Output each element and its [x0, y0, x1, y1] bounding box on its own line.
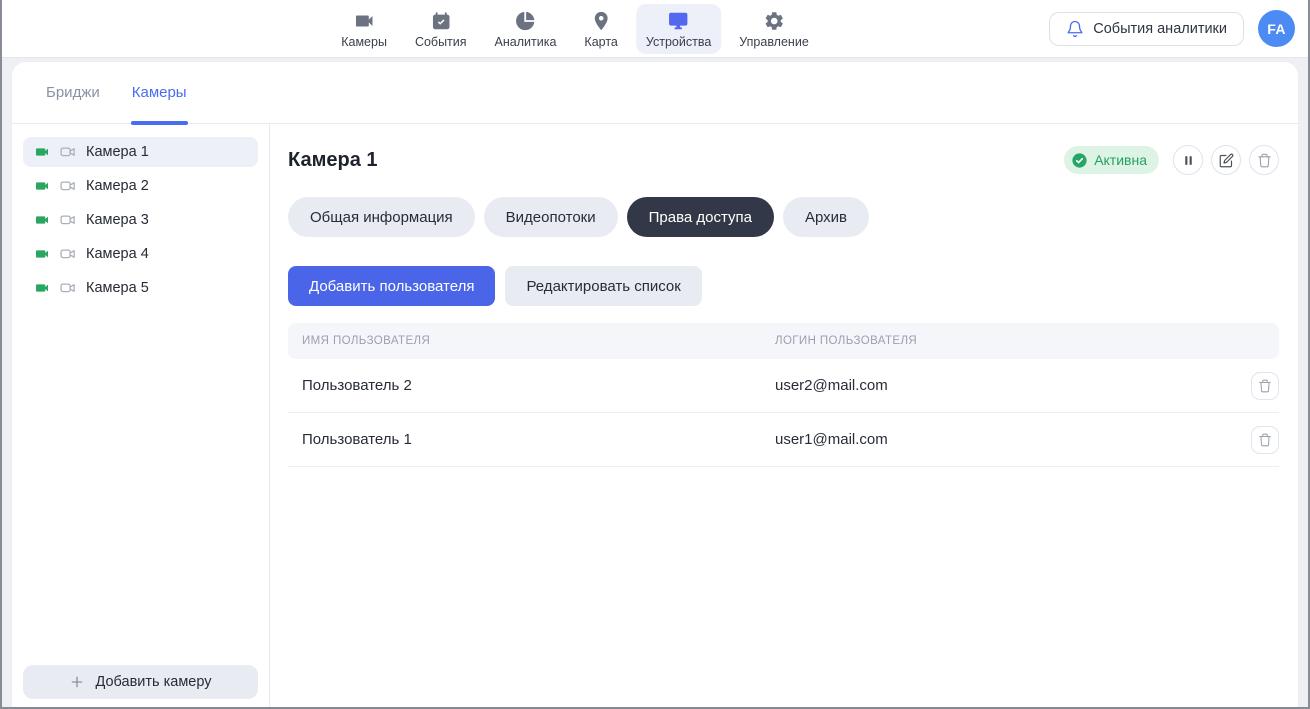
tab-general-info[interactable]: Общая информация — [288, 197, 475, 237]
tab-archive[interactable]: Архив — [783, 197, 869, 237]
camera-name: Камера 5 — [86, 280, 149, 296]
status-badge: Активна — [1064, 146, 1159, 174]
app-window: Камеры События Аналитика Карта — [0, 0, 1310, 709]
table-header: ИМЯ ПОЛЬЗОВАТЕЛЯ ЛОГИН ПОЛЬЗОВАТЕЛЯ — [288, 323, 1279, 359]
column-header-user-name: ИМЯ ПОЛЬЗОВАТЕЛЯ — [288, 335, 775, 347]
gear-icon — [763, 10, 785, 32]
camera-type-icon — [59, 177, 77, 195]
access-actions: Добавить пользователя Редактировать спис… — [288, 266, 1279, 306]
camera-sidebar: Камера 1 Камера 2 Камера 3 — [12, 124, 270, 707]
edit-list-button[interactable]: Редактировать список — [505, 266, 701, 306]
tab-video-streams[interactable]: Видеопотоки — [484, 197, 618, 237]
nav-label: Устройства — [646, 35, 711, 49]
card-body: Камера 1 Камера 2 Камера 3 — [12, 124, 1298, 707]
delete-user-button[interactable] — [1251, 372, 1279, 400]
delete-camera-button[interactable] — [1249, 145, 1279, 175]
user-name: Пользователь 2 — [288, 377, 775, 394]
edit-icon — [1219, 153, 1234, 168]
status-label: Активна — [1094, 152, 1147, 168]
map-pin-icon — [590, 10, 612, 32]
device-type-tabs: Бриджи Камеры — [12, 62, 1298, 124]
camera-actions: Активна — [1064, 145, 1279, 175]
delete-user-button[interactable] — [1251, 426, 1279, 454]
camera-list-item[interactable]: Камера 3 — [23, 205, 258, 235]
top-navigation-bar: Камеры События Аналитика Карта — [2, 0, 1308, 58]
users-table: ИМЯ ПОЛЬЗОВАТЕЛЯ ЛОГИН ПОЛЬЗОВАТЕЛЯ Поль… — [288, 323, 1279, 467]
add-camera-button[interactable]: Добавить камеру — [23, 665, 258, 699]
camera-name: Камера 4 — [86, 246, 149, 262]
camera-list-item[interactable]: Камера 5 — [23, 273, 258, 303]
camera-online-icon — [34, 280, 50, 296]
camera-name: Камера 1 — [86, 144, 149, 160]
camera-list: Камера 1 Камера 2 Камера 3 — [23, 137, 258, 657]
edit-camera-button[interactable] — [1211, 145, 1241, 175]
camera-type-icon — [59, 211, 77, 229]
camera-type-icon — [59, 245, 77, 263]
nav-label: Камеры — [341, 35, 387, 49]
camera-online-icon — [34, 212, 50, 228]
camera-list-item[interactable]: Камера 4 — [23, 239, 258, 269]
camera-section-tabs: Общая информация Видеопотоки Права досту… — [288, 197, 1279, 237]
pause-camera-button[interactable] — [1173, 145, 1203, 175]
pie-chart-icon — [514, 10, 536, 32]
pause-icon — [1182, 154, 1195, 167]
main-card: Бриджи Камеры Камера 1 Камера 2 — [12, 62, 1298, 707]
nav-label: Аналитика — [495, 35, 557, 49]
nav-item-management[interactable]: Управление — [729, 4, 819, 54]
trash-icon — [1257, 153, 1272, 168]
trash-icon — [1258, 379, 1272, 393]
user-name: Пользователь 1 — [288, 431, 775, 448]
nav-label: События — [415, 35, 467, 49]
camera-details-panel: Камера 1 Активна — [270, 124, 1298, 707]
camera-online-icon — [34, 178, 50, 194]
add-camera-label: Добавить камеру — [95, 674, 211, 690]
monitor-icon — [668, 10, 690, 32]
video-camera-icon — [353, 10, 375, 32]
nav-item-devices[interactable]: Устройства — [636, 4, 721, 54]
topbar-right-controls: События аналитики FA — [1049, 10, 1295, 47]
calendar-check-icon — [430, 10, 452, 32]
page-title: Камера 1 — [288, 149, 378, 172]
camera-list-item[interactable]: Камера 1 — [23, 137, 258, 167]
column-header-user-login: ЛОГИН ПОЛЬЗОВАТЕЛЯ — [775, 335, 1235, 347]
tab-access-rights[interactable]: Права доступа — [627, 197, 774, 237]
nav-item-analytics[interactable]: Аналитика — [485, 4, 567, 54]
tab-bridges[interactable]: Бриджи — [46, 62, 100, 123]
analytics-events-button[interactable]: События аналитики — [1049, 12, 1244, 46]
user-avatar[interactable]: FA — [1258, 10, 1295, 47]
camera-name: Камера 3 — [86, 212, 149, 228]
trash-icon — [1258, 433, 1272, 447]
nav-label: Управление — [739, 35, 809, 49]
nav-item-events[interactable]: События — [405, 4, 477, 54]
add-user-button[interactable]: Добавить пользователя — [288, 266, 495, 306]
check-circle-icon — [1071, 152, 1088, 169]
nav-item-map[interactable]: Карта — [574, 4, 627, 54]
tab-cameras[interactable]: Камеры — [132, 62, 187, 123]
nav-label: Карта — [584, 35, 617, 49]
camera-online-icon — [34, 246, 50, 262]
camera-list-item[interactable]: Камера 2 — [23, 171, 258, 201]
user-login: user1@mail.com — [775, 431, 1235, 448]
camera-header: Камера 1 Активна — [288, 145, 1279, 175]
bell-icon — [1066, 20, 1084, 38]
camera-online-icon — [34, 144, 50, 160]
camera-type-icon — [59, 143, 77, 161]
analytics-events-label: События аналитики — [1093, 21, 1227, 37]
table-row: Пользователь 2 user2@mail.com — [288, 359, 1279, 413]
plus-icon — [69, 674, 85, 690]
table-row: Пользователь 1 user1@mail.com — [288, 413, 1279, 467]
main-nav: Камеры События Аналитика Карта — [331, 4, 819, 54]
nav-item-cameras[interactable]: Камеры — [331, 4, 397, 54]
user-login: user2@mail.com — [775, 377, 1235, 394]
camera-name: Камера 2 — [86, 178, 149, 194]
camera-type-icon — [59, 279, 77, 297]
